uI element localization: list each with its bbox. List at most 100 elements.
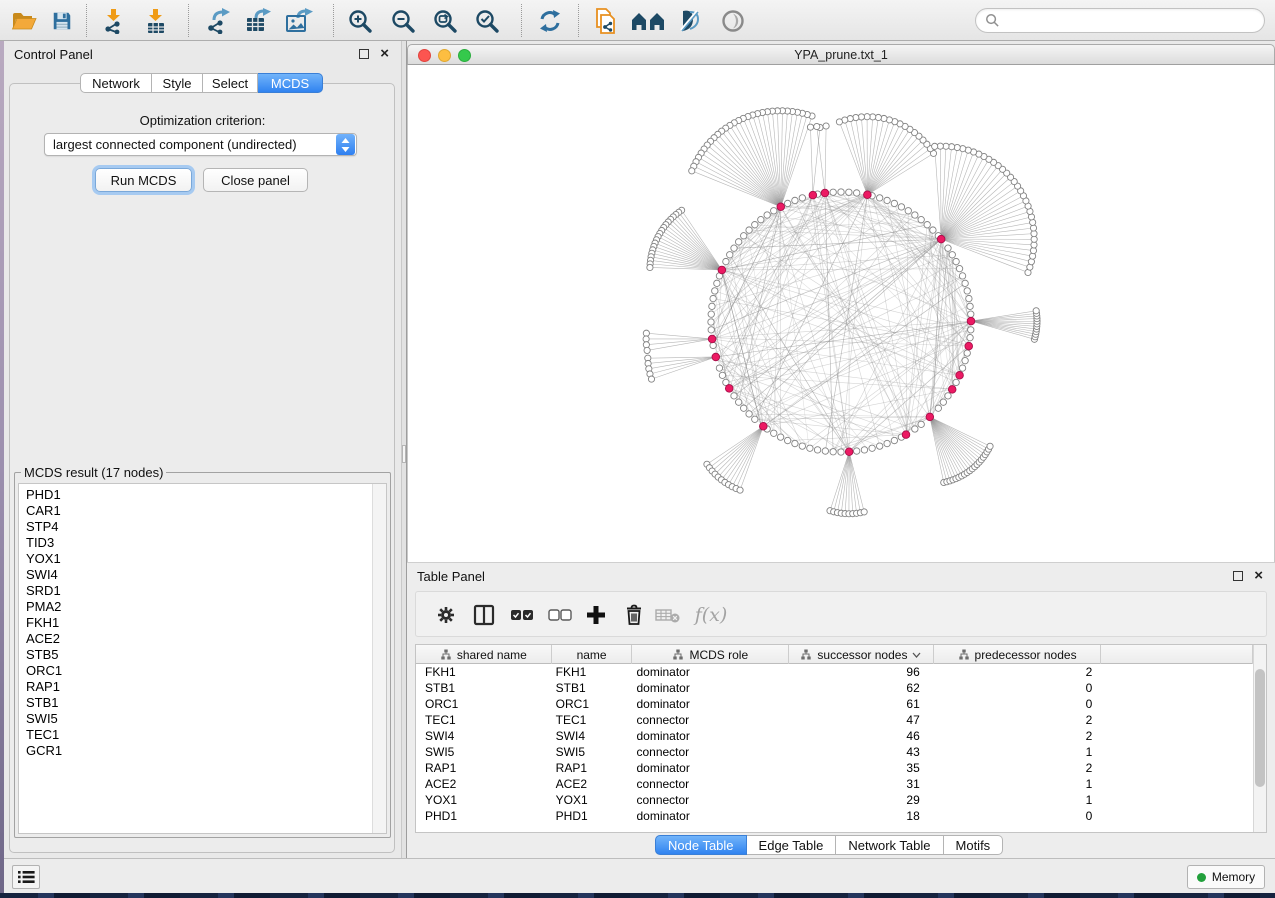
graph-node[interactable] xyxy=(830,189,836,195)
graph-leaf-node[interactable] xyxy=(737,487,743,493)
mcds-result-item[interactable]: PHD1 xyxy=(26,487,372,503)
graph-node[interactable] xyxy=(746,411,752,417)
zoom-selected-button[interactable] xyxy=(471,5,503,36)
graph-node[interactable] xyxy=(752,416,758,422)
graph-node[interactable] xyxy=(838,189,844,195)
graph-leaf-node[interactable] xyxy=(648,376,654,382)
table-row[interactable]: RAP1RAP1dominator352 xyxy=(416,760,1253,776)
graph-leaf-node[interactable] xyxy=(987,443,993,449)
table-settings-button[interactable] xyxy=(432,602,460,628)
graph-node[interactable] xyxy=(752,221,758,227)
graph-node[interactable] xyxy=(708,311,714,317)
mcds-result-item[interactable]: CAR1 xyxy=(26,503,372,519)
graph-node[interactable] xyxy=(967,334,973,340)
graph-leaf-node[interactable] xyxy=(643,336,649,342)
save-session-button[interactable] xyxy=(46,5,78,36)
graph-node[interactable] xyxy=(746,227,752,233)
zoom-out-button[interactable] xyxy=(387,5,419,36)
graph-node[interactable] xyxy=(771,208,777,214)
graph-node[interactable] xyxy=(822,448,828,454)
table-scrollbar[interactable] xyxy=(1253,645,1266,832)
graph-mcds-hub-node[interactable] xyxy=(712,353,720,361)
float-panel-icon[interactable] xyxy=(1233,571,1243,581)
mcds-result-item[interactable]: YOX1 xyxy=(26,551,372,567)
graph-node[interactable] xyxy=(884,197,890,203)
tab-network-table[interactable]: Network Table xyxy=(836,835,943,855)
close-panel-icon[interactable]: × xyxy=(1254,567,1263,585)
graph-node[interactable] xyxy=(962,280,968,286)
graph-node[interactable] xyxy=(905,208,911,214)
graph-node[interactable] xyxy=(891,200,897,206)
graph-mcds-hub-node[interactable] xyxy=(718,266,726,274)
table-row[interactable]: SWI5SWI5connector431 xyxy=(416,744,1253,760)
graph-node[interactable] xyxy=(966,295,972,301)
graph-leaf-node[interactable] xyxy=(932,143,938,149)
graph-node[interactable] xyxy=(723,258,729,264)
graph-node[interactable] xyxy=(731,393,737,399)
graph-leaf-node[interactable] xyxy=(823,123,829,129)
graph-node[interactable] xyxy=(918,421,924,427)
graph-mcds-hub-node[interactable] xyxy=(967,317,975,325)
graph-node[interactable] xyxy=(959,365,965,371)
search-field[interactable] xyxy=(975,8,1265,33)
tab-motifs[interactable]: Motifs xyxy=(944,835,1004,855)
graph-mcds-hub-node[interactable] xyxy=(926,413,934,421)
table-row[interactable]: PHD1PHD1dominator180 xyxy=(416,808,1253,824)
graph-node[interactable] xyxy=(764,212,770,218)
graph-node[interactable] xyxy=(853,448,859,454)
graph-leaf-node[interactable] xyxy=(1033,308,1039,314)
table-row[interactable]: SWI4SWI4dominator462 xyxy=(416,728,1253,744)
mcds-result-item[interactable]: SWI5 xyxy=(26,711,372,727)
graph-node[interactable] xyxy=(953,379,959,385)
tab-node-table[interactable]: Node Table xyxy=(655,835,747,855)
import-table-button[interactable] xyxy=(140,5,172,36)
graph-node[interactable] xyxy=(731,245,737,251)
column-header-predecessor-nodes[interactable]: predecessor nodes xyxy=(934,645,1102,664)
tab-network[interactable]: Network xyxy=(80,73,152,93)
export-table-button[interactable] xyxy=(242,5,274,36)
graph-node[interactable] xyxy=(771,430,777,436)
graph-mcds-hub-node[interactable] xyxy=(809,191,817,199)
run-mcds-button[interactable]: Run MCDS xyxy=(95,168,192,192)
close-panel-button[interactable]: Close panel xyxy=(203,168,308,192)
minimize-window-traffic-light[interactable] xyxy=(438,49,451,62)
graph-node[interactable] xyxy=(740,233,746,239)
task-history-button[interactable] xyxy=(12,865,40,889)
criterion-select[interactable]: largest connected component (undirected) xyxy=(44,133,357,156)
add-column-button[interactable] xyxy=(582,602,610,628)
graph-node[interactable] xyxy=(912,426,918,432)
graph-node[interactable] xyxy=(735,239,741,245)
graph-leaf-node[interactable] xyxy=(643,342,649,348)
graph-leaf-node[interactable] xyxy=(836,119,842,125)
memory-button[interactable]: Memory xyxy=(1187,865,1265,889)
graph-leaf-node[interactable] xyxy=(861,509,867,515)
search-input[interactable] xyxy=(1000,11,1264,31)
graph-leaf-node[interactable] xyxy=(644,347,650,353)
mcds-result-item[interactable]: STB5 xyxy=(26,647,372,663)
birdseye-view-button[interactable] xyxy=(629,5,667,36)
graph-node[interactable] xyxy=(967,303,973,309)
graph-node[interactable] xyxy=(853,190,859,196)
deselect-all-columns-button[interactable] xyxy=(546,602,574,628)
graph-mcds-hub-node[interactable] xyxy=(902,431,910,439)
graph-node[interactable] xyxy=(792,440,798,446)
graph-node[interactable] xyxy=(940,399,946,405)
graph-node[interactable] xyxy=(758,216,764,222)
graph-leaf-node[interactable] xyxy=(689,168,695,174)
graph-node[interactable] xyxy=(935,405,941,411)
mcds-result-item[interactable]: SRD1 xyxy=(26,583,372,599)
open-file-button[interactable] xyxy=(8,5,40,36)
graphics-details-button[interactable] xyxy=(674,5,706,36)
graph-leaf-node[interactable] xyxy=(814,123,820,129)
graph-node[interactable] xyxy=(710,342,716,348)
close-window-traffic-light[interactable] xyxy=(418,49,431,62)
graph-node[interactable] xyxy=(716,365,722,371)
tab-style[interactable]: Style xyxy=(152,73,203,93)
graph-node[interactable] xyxy=(968,311,974,317)
mcds-result-item[interactable]: PMA2 xyxy=(26,599,372,615)
graph-node[interactable] xyxy=(784,200,790,206)
mcds-result-item[interactable]: TEC1 xyxy=(26,727,372,743)
graph-node[interactable] xyxy=(799,443,805,449)
graph-node[interactable] xyxy=(898,204,904,210)
table-row[interactable]: ORC1ORC1dominator610 xyxy=(416,696,1253,712)
